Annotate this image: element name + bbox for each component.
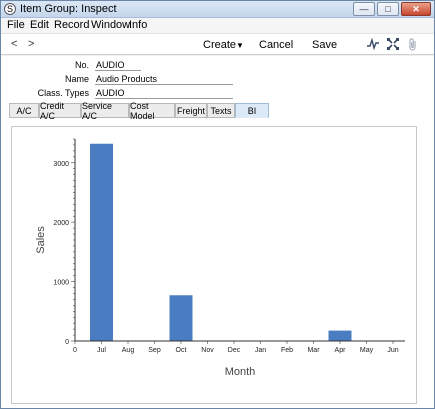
class-types-field[interactable]: AUDIO — [95, 88, 233, 99]
menu-edit[interactable]: Edit — [30, 19, 49, 31]
pulse-icon[interactable] — [367, 37, 379, 52]
x-tick-label: Nov — [201, 347, 214, 354]
paperclip-icon[interactable] — [408, 38, 418, 53]
tab-cost-model[interactable]: Cost Model — [129, 101, 175, 121]
x-tick-label: Dec — [228, 347, 241, 354]
window: S Item Group: Inspect — □ ✕ File Edit Re… — [0, 0, 435, 409]
title-bar: S Item Group: Inspect — □ ✕ — [1, 1, 434, 18]
tab-service-ac[interactable]: Service A/C — [81, 101, 129, 121]
y-tick-label: 0 — [65, 339, 69, 346]
menu-file[interactable]: File — [7, 19, 25, 31]
name-field[interactable]: Audio Products — [95, 74, 233, 85]
forward-button[interactable]: > — [28, 38, 34, 50]
x-tick-label: Oct — [176, 347, 187, 354]
x-tick-label-zero: 0 — [73, 347, 77, 354]
create-button[interactable]: Create▼ — [203, 39, 244, 51]
y-tick-label: 1000 — [53, 280, 69, 287]
x-tick-label: Aug — [122, 347, 135, 354]
tab-bi[interactable]: BI — [235, 103, 269, 118]
menu-info[interactable]: Info — [129, 19, 147, 31]
menu-record[interactable]: Record — [54, 19, 89, 31]
expand-icon[interactable] — [387, 38, 399, 52]
cancel-button[interactable]: Cancel — [259, 39, 293, 51]
bar-jul — [90, 143, 113, 341]
toolbar: < > Create▼ Cancel Save — [1, 33, 434, 55]
no-label: No. — [74, 60, 89, 70]
maximize-icon[interactable]: □ — [377, 2, 399, 16]
no-field[interactable]: AUDIO — [95, 60, 141, 71]
x-tick-label: Feb — [281, 347, 293, 354]
save-button[interactable]: Save — [312, 39, 337, 51]
chevron-down-icon: ▼ — [236, 41, 244, 50]
x-tick-label: Jun — [387, 347, 398, 354]
tab-freight[interactable]: Freight — [175, 103, 207, 118]
tab-ac[interactable]: A/C — [9, 103, 39, 118]
menu-bar: File Edit Record Window Info — [1, 18, 434, 33]
y-tick-label: 2000 — [53, 220, 69, 227]
create-label: Create — [203, 39, 237, 51]
back-button[interactable]: < — [11, 38, 17, 50]
sales-chart: 0 1000 2000 3000 0 Jul Aug Sep Oct Nov Dec Jan Feb Ma… — [35, 138, 405, 378]
y-tick-label: 3000 — [53, 161, 69, 168]
name-label: Name — [64, 74, 89, 84]
record-content: No. AUDIO Name Audio Products Class. Typ… — [1, 56, 434, 408]
minimize-icon[interactable]: — — [353, 2, 375, 16]
tab-credit-ac[interactable]: Credit A/C — [39, 101, 81, 121]
menu-window[interactable]: Window — [91, 19, 130, 31]
x-tick-label: Sep — [148, 347, 161, 354]
window-controls: — □ ✕ — [353, 2, 431, 16]
app-icon: S — [4, 3, 16, 15]
close-icon[interactable]: ✕ — [401, 2, 431, 16]
x-tick-label: Jul — [97, 347, 106, 354]
x-tick-label: May — [360, 347, 374, 354]
class-types-label: Class. Types — [37, 88, 89, 98]
x-tick-label: Mar — [307, 347, 320, 354]
x-tick-label: Jan — [255, 347, 266, 354]
tab-texts[interactable]: Texts — [207, 103, 235, 118]
window-title: Item Group: Inspect — [20, 3, 117, 15]
y-axis-title: Sales — [35, 226, 47, 254]
x-tick-label: Apr — [335, 347, 347, 354]
bar-oct — [169, 295, 193, 341]
bar-apr — [328, 330, 352, 341]
x-axis-title: Month — [225, 366, 256, 378]
bi-chart-panel: 0 1000 2000 3000 0 Jul Aug Sep Oct Nov Dec Jan Feb Ma… — [11, 126, 417, 404]
